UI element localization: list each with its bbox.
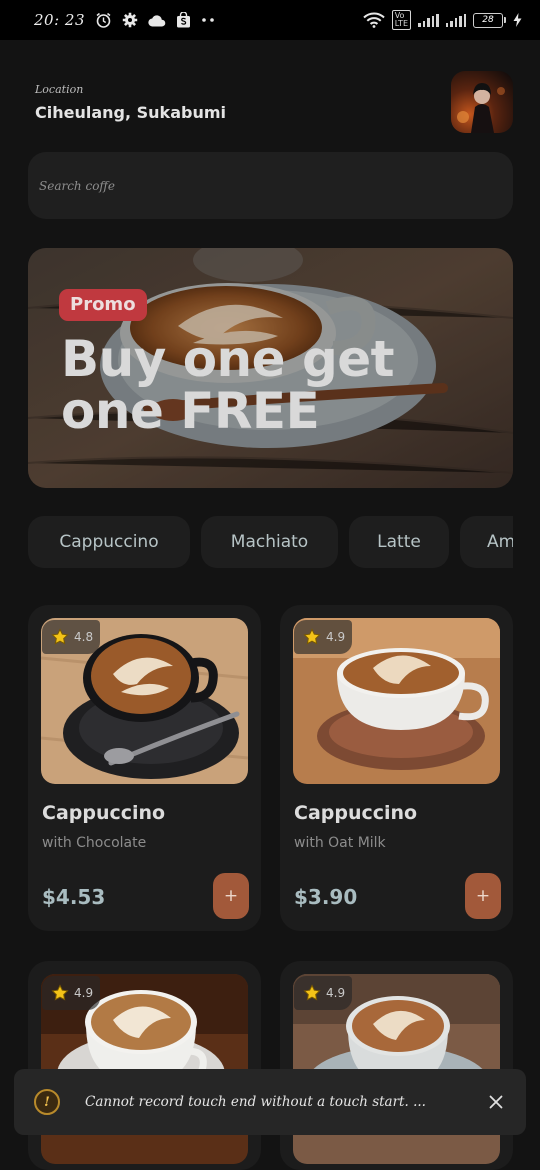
rating-badge: 4.9 [294,976,352,1010]
rating-badge: 4.8 [42,620,100,654]
product-card[interactable]: 4.9 Cappuccino with Oat Milk $3.90 + [280,605,513,931]
settings-gear-icon [122,12,138,28]
product-card[interactable]: 4.8 Cappuccino with Chocolate $4.53 + [28,605,261,931]
rating-value: 4.8 [74,630,94,644]
shopping-bag-icon [176,12,191,28]
close-icon[interactable] [484,1090,508,1114]
product-subtitle: with Chocolate [42,835,147,851]
wifi-icon [363,12,385,28]
rating-badge: 4.9 [294,620,352,654]
status-time: 20: 23 [34,11,85,29]
product-name: Cappuccino [294,802,418,824]
location-label: Location [35,83,84,96]
category-tab-cappuccino[interactable]: Cappuccino [28,516,190,568]
battery-icon: 28 [473,12,506,28]
status-bar: 20: 23 Vo LTE 28 [0,0,540,40]
signal-strength-icon-2 [445,13,466,27]
category-tabs: Cappuccino Machiato Latte Am [28,516,513,568]
rating-value: 4.9 [326,630,346,644]
product-card[interactable]: 4.9 [28,961,261,1170]
promo-banner[interactable]: Promo Buy one get one FREE [28,248,513,488]
promo-title: Buy one get one FREE [61,330,395,440]
cloud-icon [148,14,166,27]
rating-badge: 4.9 [42,976,100,1010]
category-tab-latte[interactable]: Latte [349,516,449,568]
search-input[interactable]: Search coffe [28,152,513,219]
warning-icon: ! [34,1089,60,1115]
promo-tag: Promo [59,289,147,321]
add-to-cart-button[interactable]: + [213,873,249,919]
product-image: 4.8 [41,618,248,784]
rating-value: 4.9 [74,986,94,1000]
star-icon [303,628,321,645]
more-dots-icon [201,17,215,23]
add-to-cart-button[interactable]: + [465,873,501,919]
alarm-icon [95,12,112,29]
product-name: Cappuccino [42,802,166,824]
battery-level: 28 [482,15,494,25]
error-toast: ! Cannot record touch end without a touc… [14,1069,526,1135]
search-placeholder: Search coffe [39,178,116,193]
toast-message: Cannot record touch end without a touch … [85,1094,426,1110]
star-icon [51,628,69,645]
location-value[interactable]: Ciheulang, Sukabumi [35,103,226,122]
category-tab-machiato[interactable]: Machiato [201,516,338,568]
star-icon [51,984,69,1001]
product-price: $3.90 [294,885,358,909]
avatar[interactable] [451,71,513,133]
rating-value: 4.9 [326,986,346,1000]
product-price: $4.53 [42,885,106,909]
signal-strength-icon [418,13,439,27]
category-tab-americano[interactable]: Am [460,516,513,568]
product-card[interactable]: 4.9 [280,961,513,1170]
volte-icon: Vo LTE [391,10,411,30]
product-subtitle: with Oat Milk [294,835,386,851]
product-image: 4.9 [293,618,500,784]
charging-bolt-icon [513,13,522,27]
star-icon [303,984,321,1001]
